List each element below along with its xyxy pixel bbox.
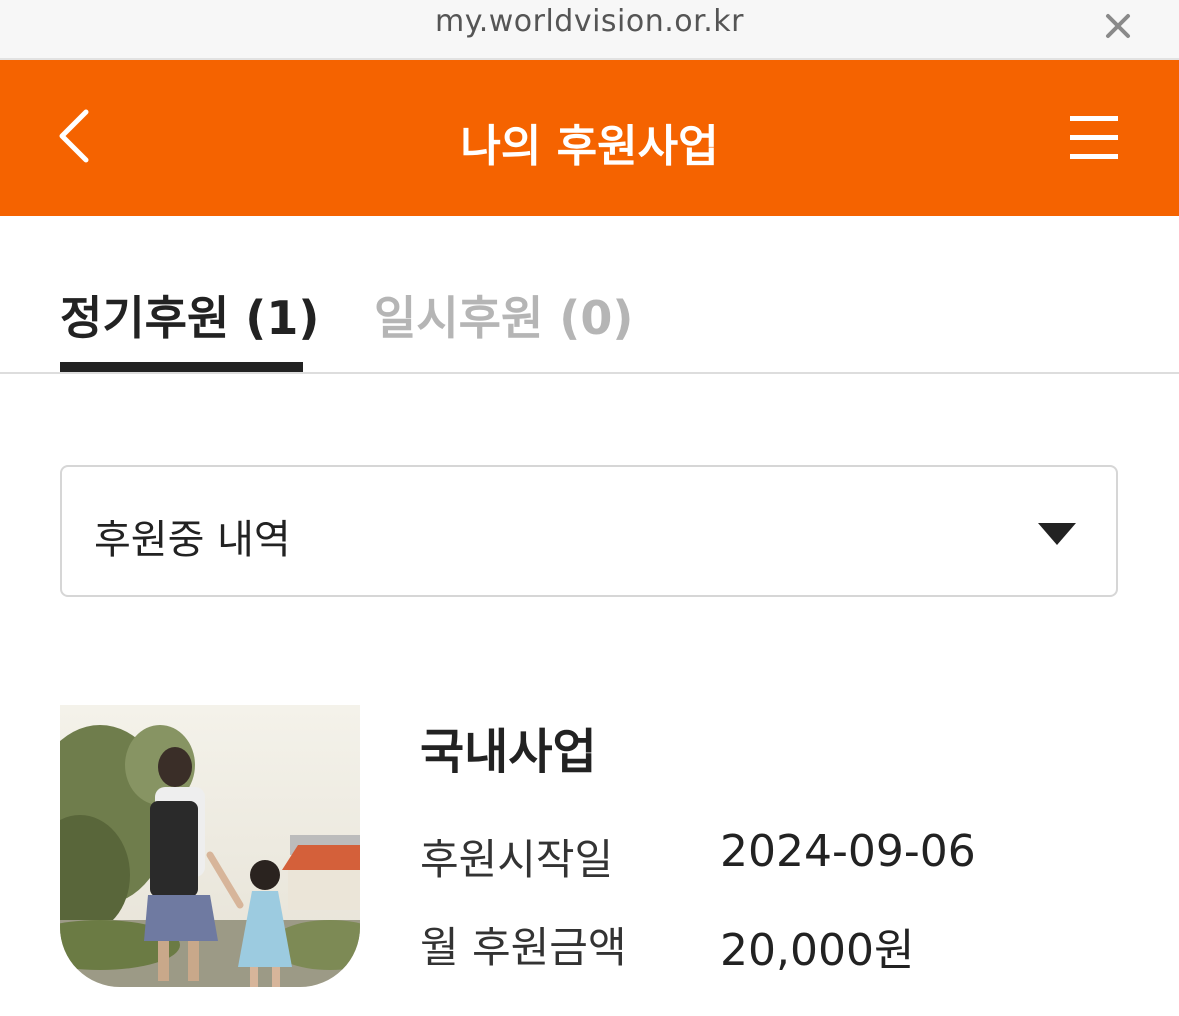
monthly-amount-label: 월 후원금액 [420,923,627,972]
app-header: 나의 후원사업 [0,60,1179,216]
url-text: my.worldvision.or.kr [435,4,744,39]
select-value: 후원중 내역 [94,517,291,563]
sponsorship-tabs: 정기후원 (1) 일시후원 (0) [0,216,1179,374]
monthly-amount-value: 20,000원 [720,925,915,976]
tab-regular-sponsorship[interactable]: 정기후원 (1) [60,282,319,348]
page-title: 나의 후원사업 [460,121,719,172]
browser-url-bar: my.worldvision.or.kr [0,0,1179,60]
tab-one-time-sponsorship[interactable]: 일시후원 (0) [374,282,633,348]
start-date-label: 후원시작일 [420,835,614,884]
project-name: 국내사업 [420,724,597,780]
history-filter-select[interactable]: 후원중 내역 [60,465,1118,597]
project-photo-image [60,705,360,987]
hamburger-menu-icon[interactable] [1068,114,1120,162]
active-tab-indicator [60,362,303,372]
triangle-down-icon [1038,523,1076,545]
project-thumbnail[interactable] [60,705,360,987]
close-icon[interactable] [1100,8,1136,44]
start-date-value: 2024-09-06 [720,826,976,877]
